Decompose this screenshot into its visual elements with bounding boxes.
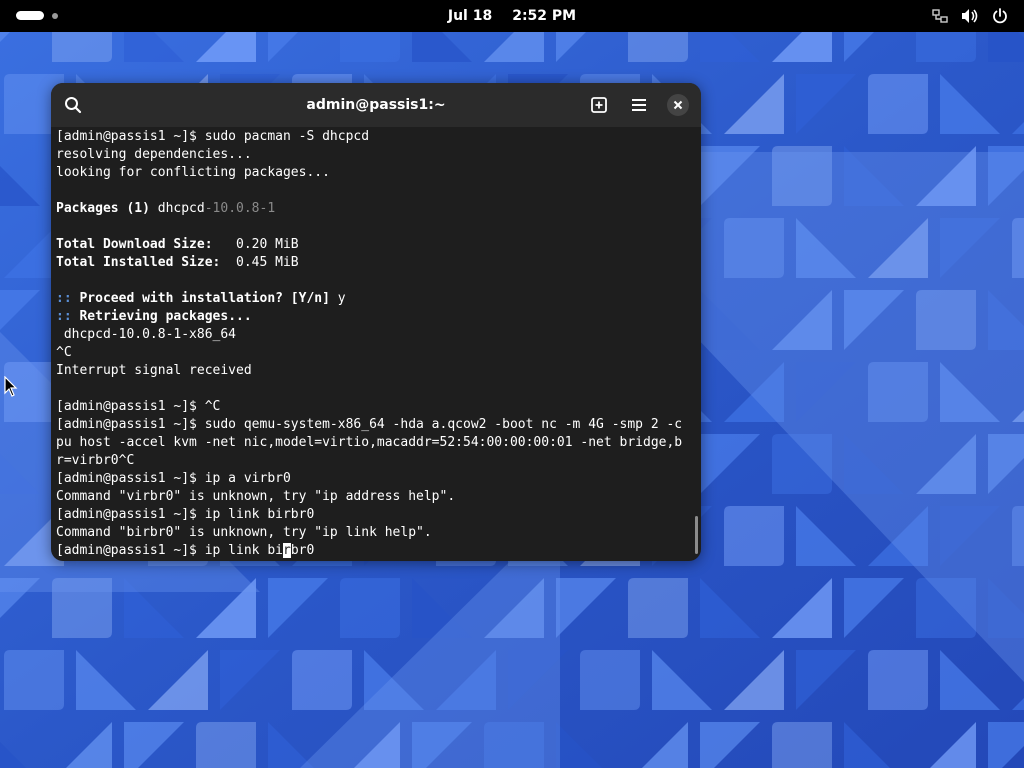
terminal-text: Proceed with installation? [Y/n] (79, 291, 338, 306)
terminal-scrollbar[interactable] (695, 516, 698, 554)
terminal-text: Packages (1) (56, 201, 158, 216)
terminal-line: r=virbr0^C (56, 452, 696, 470)
activities-button[interactable] (16, 11, 58, 20)
wallpaper-shape (868, 74, 928, 134)
wallpaper-shape (4, 650, 64, 710)
close-button[interactable] (667, 94, 689, 116)
terminal-text: [admin@passis1 ~]$ ip a virbr0 (56, 471, 291, 486)
terminal-text: pu host -accel kvm -net nic,model=virtio… (56, 435, 683, 450)
new-tab-icon (591, 97, 607, 113)
power-icon[interactable] (990, 6, 1010, 26)
terminal-line: dhcpcd-10.0.8-1-x86_64 (56, 326, 696, 344)
main-menu-button[interactable] (625, 91, 653, 119)
volume-icon[interactable] (960, 6, 980, 26)
terminal-line: ^C (56, 344, 696, 362)
workspace-indicator (52, 12, 58, 19)
terminal-text: Total Installed Size: (56, 255, 237, 270)
close-icon (673, 100, 683, 110)
wallpaper-shape (628, 578, 688, 638)
terminal-text: looking for conflicting packages... (56, 165, 330, 180)
terminal-line: :: Proceed with installation? [Y/n] y (56, 290, 696, 308)
terminal-text: :: (56, 309, 80, 324)
terminal-line: pu host -accel kvm -net nic,model=virtio… (56, 434, 696, 452)
new-tab-button[interactable] (585, 91, 613, 119)
terminal-text: dhcpcd (157, 201, 205, 216)
window-headerbar[interactable]: admin@passis1:~ (51, 83, 701, 127)
terminal-line: [admin@passis1 ~]$ ^C (56, 398, 696, 416)
terminal-line: :: Retrieving packages... (56, 308, 696, 326)
terminal-text: 0.20 MiB (228, 237, 299, 252)
terminal-text: ^C (56, 345, 72, 360)
search-icon (65, 97, 82, 114)
terminal-text: Command "birbr0" is unknown, try "ip lin… (56, 525, 432, 540)
terminal-window[interactable]: admin@passis1:~ [admin@passis1 ~]$ sudo … (51, 83, 701, 561)
wallpaper-shape (916, 32, 976, 62)
terminal-text: dhcpcd-10.0.8-1-x86_64 (56, 327, 237, 342)
terminal-text: Command "virbr0" is unknown, try "ip add… (56, 489, 456, 504)
terminal-text: -10.0.8-1 (204, 201, 276, 216)
terminal-line: [admin@passis1 ~]$ ip a virbr0 (56, 470, 696, 488)
network-icon[interactable] (930, 6, 950, 26)
terminal-line: [admin@passis1 ~]$ ip link birbr0 (56, 542, 696, 558)
terminal-text: resolving dependencies... (56, 147, 252, 162)
wallpaper-shape (52, 32, 112, 62)
system-tray[interactable] (930, 6, 1010, 26)
terminal-cursor: r (282, 543, 291, 558)
wallpaper-shape (340, 578, 400, 638)
wallpaper-shape (724, 506, 784, 566)
wallpaper-shape (868, 650, 928, 710)
wallpaper-shape (196, 722, 256, 768)
terminal-line: Command "birbr0" is unknown, try "ip lin… (56, 524, 696, 542)
terminal-line: Interrupt signal received (56, 362, 696, 380)
workspace-indicator-active (16, 11, 44, 20)
terminal-text: br0 (290, 543, 315, 558)
wallpaper-shape (292, 650, 352, 710)
terminal-text: Total Download Size: (56, 237, 229, 252)
search-button[interactable] (59, 91, 87, 119)
menu-icon (632, 99, 646, 111)
terminal-text: :: (56, 291, 80, 306)
mouse-pointer-icon (4, 376, 18, 397)
terminal-text: Interrupt signal received (56, 363, 252, 378)
wallpaper-shape (580, 650, 640, 710)
terminal-text: Retrieving packages... (79, 309, 252, 324)
terminal-text: r=virbr0^C (56, 453, 135, 468)
terminal-line: Packages (1) dhcpcd-10.0.8-1 (56, 200, 696, 218)
terminal-line: Total Installed Size: 0.45 MiB (56, 254, 696, 272)
clock[interactable]: Jul 18 2:52 PM (0, 0, 1024, 32)
terminal-line: [admin@passis1 ~]$ ip link birbr0 (56, 506, 696, 524)
wallpaper-shape (628, 32, 688, 62)
terminal-text: [admin@passis1 ~]$ ip link birbr0 (56, 507, 315, 522)
terminal-line: Command "virbr0" is unknown, try "ip add… (56, 488, 696, 506)
terminal-text: [admin@passis1 ~]$ ^C (56, 399, 221, 414)
terminal-line: [admin@passis1 ~]$ sudo qemu-system-x86_… (56, 416, 696, 434)
wallpaper-shape (340, 32, 400, 62)
clock-date[interactable]: Jul 18 (448, 8, 492, 24)
terminal-text: [admin@passis1 ~]$ sudo pacman -S dhcpcd (56, 129, 370, 144)
terminal-line: resolving dependencies... (56, 146, 696, 164)
terminal-line: looking for conflicting packages... (56, 164, 696, 182)
wallpaper-shape (988, 32, 1024, 62)
top-bar: Jul 18 2:52 PM (0, 0, 1024, 32)
terminal-text: 0.45 MiB (236, 255, 299, 270)
clock-time[interactable]: 2:52 PM (512, 8, 576, 24)
terminal-output[interactable]: [admin@passis1 ~]$ sudo pacman -S dhcpcd… (56, 128, 696, 558)
terminal-text: [admin@passis1 ~]$ sudo qemu-system-x86_… (56, 417, 683, 432)
terminal-line: Total Download Size: 0.20 MiB (56, 236, 696, 254)
wallpaper-shape (772, 722, 832, 768)
terminal-text: y (337, 291, 346, 306)
terminal-text: [admin@passis1 ~]$ ip link bi (56, 543, 283, 558)
terminal-line: [admin@passis1 ~]$ sudo pacman -S dhcpcd (56, 128, 696, 146)
